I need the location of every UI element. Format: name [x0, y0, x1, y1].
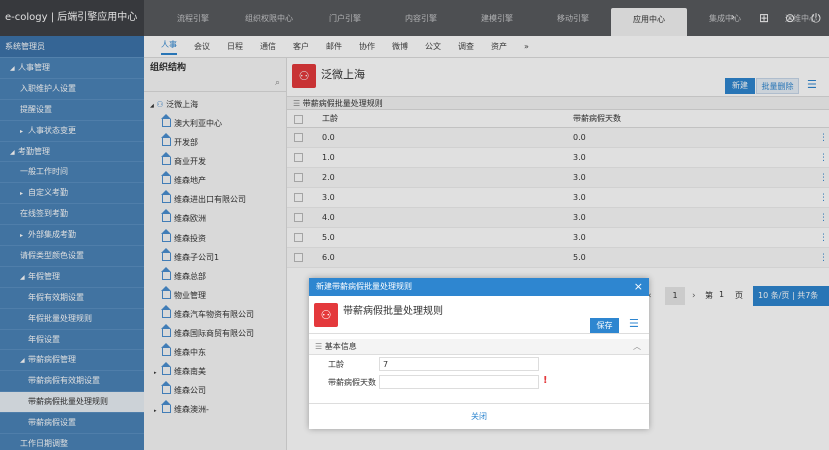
close-button[interactable]: 关闭	[309, 403, 649, 429]
field-label-sick-days: 带薪病假天数	[328, 378, 376, 387]
dialog-title-bar: 新建带薪病假批量处理规则 ×	[309, 278, 649, 296]
dialog-heading: 带薪病假批量处理规则	[343, 306, 443, 317]
seniority-input[interactable]: 7	[379, 357, 539, 371]
form-row-seniority: 工龄 7	[309, 355, 649, 373]
list-menu-icon[interactable]: ☰	[629, 317, 639, 330]
chevron-up-icon[interactable]: ︿	[633, 339, 641, 355]
org-logo-icon: ⚇	[314, 303, 338, 327]
sick-days-input[interactable]	[379, 375, 539, 389]
list-icon: ☰	[315, 342, 323, 351]
basic-info-section[interactable]: ☰ 基本信息 ︿	[309, 339, 649, 355]
form-row-sick-days: 带薪病假天数 !	[309, 373, 649, 391]
save-button[interactable]: 保存	[590, 318, 619, 333]
close-icon[interactable]: ×	[634, 278, 643, 296]
dialog-title: 新建带薪病假批量处理规则	[316, 282, 412, 291]
field-label-seniority: 工龄	[328, 360, 344, 369]
new-rule-dialog: 新建带薪病假批量处理规则 × ⚇ 带薪病假批量处理规则 保存 ☰ ☰ 基本信息 …	[309, 278, 649, 429]
required-mark: !	[543, 375, 548, 386]
dialog-header: ⚇ 带薪病假批量处理规则 保存 ☰	[309, 296, 649, 334]
